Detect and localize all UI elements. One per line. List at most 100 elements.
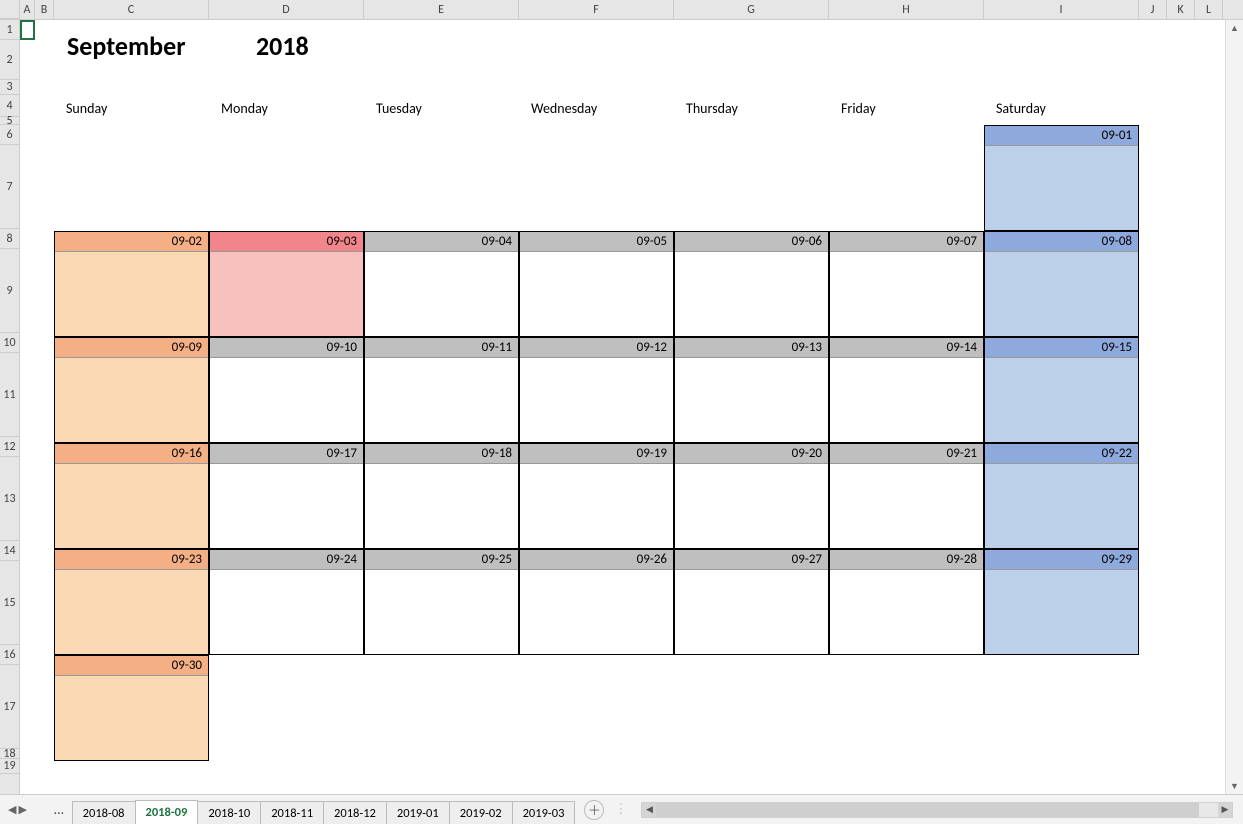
date-body[interactable] <box>830 358 983 442</box>
column-header-A[interactable]: A <box>20 0 35 19</box>
calendar-cell-09-12[interactable]: 09-12 <box>519 337 674 443</box>
row-header-5[interactable]: 5 <box>0 117 19 125</box>
calendar-cell-09-21[interactable]: 09-21 <box>829 443 984 549</box>
calendar-cell-09-28[interactable]: 09-28 <box>829 549 984 655</box>
calendar-cell-09-26[interactable]: 09-26 <box>519 549 674 655</box>
calendar-cell-09-22[interactable]: 09-22 <box>984 443 1139 549</box>
date-body[interactable] <box>55 676 208 760</box>
row-header-6[interactable]: 6 <box>0 125 19 145</box>
calendar-cell-09-18[interactable]: 09-18 <box>364 443 519 549</box>
row-header-16[interactable]: 16 <box>0 645 19 665</box>
calendar-cell-09-16[interactable]: 09-16 <box>54 443 209 549</box>
calendar-cell-09-15[interactable]: 09-15 <box>984 337 1139 443</box>
column-header-F[interactable]: F <box>519 0 674 19</box>
date-body[interactable] <box>520 570 673 654</box>
column-header-J[interactable]: J <box>1139 0 1167 19</box>
row-header-8[interactable]: 8 <box>0 229 19 249</box>
calendar-cell-09-10[interactable]: 09-10 <box>209 337 364 443</box>
row-header-17[interactable]: 17 <box>0 665 19 749</box>
date-body[interactable] <box>365 570 518 654</box>
date-body[interactable] <box>365 358 518 442</box>
date-body[interactable] <box>210 464 363 548</box>
date-body[interactable] <box>830 252 983 336</box>
scroll-up-icon[interactable]: ▲ <box>1226 20 1243 36</box>
date-body[interactable] <box>675 464 828 548</box>
sheet-tab-2019-01[interactable]: 2019-01 <box>386 801 450 824</box>
calendar-cell-09-06[interactable]: 09-06 <box>674 231 829 337</box>
date-body[interactable] <box>520 464 673 548</box>
column-header-E[interactable]: E <box>364 0 519 19</box>
calendar-cell-09-03[interactable]: 09-03 <box>209 231 364 337</box>
horizontal-scrollbar[interactable]: ◀ ▶ <box>641 802 1233 818</box>
hscroll-right-icon[interactable]: ▶ <box>1218 803 1232 817</box>
date-body[interactable] <box>210 252 363 336</box>
row-header-11[interactable]: 11 <box>0 353 19 437</box>
calendar-cell-09-27[interactable]: 09-27 <box>674 549 829 655</box>
sheet-tab-2019-02[interactable]: 2019-02 <box>449 801 513 824</box>
row-header-13[interactable]: 13 <box>0 457 19 541</box>
calendar-cell-09-07[interactable]: 09-07 <box>829 231 984 337</box>
date-body[interactable] <box>210 358 363 442</box>
cell-grid[interactable]: September 2018 SundayMondayTuesdayWednes… <box>20 20 1243 794</box>
hscroll-left-icon[interactable]: ◀ <box>642 803 656 817</box>
date-body[interactable] <box>985 252 1138 336</box>
date-body[interactable] <box>55 358 208 442</box>
row-header-2[interactable]: 2 <box>0 40 19 80</box>
calendar-cell-09-13[interactable]: 09-13 <box>674 337 829 443</box>
calendar-cell-09-30[interactable]: 09-30 <box>54 655 209 761</box>
calendar-cell-09-14[interactable]: 09-14 <box>829 337 984 443</box>
column-header-B[interactable]: B <box>35 0 54 19</box>
column-header-C[interactable]: C <box>54 0 209 19</box>
row-header-10[interactable]: 10 <box>0 333 19 353</box>
row-header-18[interactable]: 18 <box>0 749 19 759</box>
date-body[interactable] <box>55 570 208 654</box>
tab-nav-arrows[interactable]: ◀ ▶ <box>0 803 46 816</box>
column-header-L[interactable]: L <box>1195 0 1223 19</box>
column-header-H[interactable]: H <box>829 0 984 19</box>
vertical-scrollbar[interactable]: ▲ ▼ <box>1225 20 1243 794</box>
date-body[interactable] <box>520 252 673 336</box>
sheet-tab-2018-10[interactable]: 2018-10 <box>197 801 261 824</box>
sheet-tab-2018-09[interactable]: 2018-09 <box>135 800 199 824</box>
calendar-cell-09-08[interactable]: 09-08 <box>984 231 1139 337</box>
column-header-G[interactable]: G <box>674 0 829 19</box>
row-header-9[interactable]: 9 <box>0 249 19 333</box>
tab-next-icon[interactable]: ▶ <box>18 803 26 816</box>
date-body[interactable] <box>55 252 208 336</box>
new-sheet-button[interactable]: ＋ <box>584 800 604 820</box>
calendar-cell-09-02[interactable]: 09-02 <box>54 231 209 337</box>
date-body[interactable] <box>520 358 673 442</box>
sheet-tab-2018-08[interactable]: 2018-08 <box>72 801 136 824</box>
calendar-cell-09-09[interactable]: 09-09 <box>54 337 209 443</box>
column-header-K[interactable]: K <box>1167 0 1195 19</box>
row-header-14[interactable]: 14 <box>0 541 19 561</box>
calendar-cell-09-23[interactable]: 09-23 <box>54 549 209 655</box>
row-header-3[interactable]: 3 <box>0 80 19 95</box>
date-body[interactable] <box>830 464 983 548</box>
date-body[interactable] <box>985 570 1138 654</box>
hscroll-thumb[interactable] <box>656 803 1198 817</box>
select-all-corner[interactable] <box>0 0 20 19</box>
row-header-19[interactable]: 19 <box>0 759 19 774</box>
calendar-cell-09-25[interactable]: 09-25 <box>364 549 519 655</box>
column-header-D[interactable]: D <box>209 0 364 19</box>
calendar-cell-09-24[interactable]: 09-24 <box>209 549 364 655</box>
date-body[interactable] <box>675 570 828 654</box>
sheet-tab-2018-12[interactable]: 2018-12 <box>323 801 387 824</box>
date-body[interactable] <box>985 358 1138 442</box>
calendar-cell-09-17[interactable]: 09-17 <box>209 443 364 549</box>
date-body[interactable] <box>55 464 208 548</box>
calendar-cell-09-05[interactable]: 09-05 <box>519 231 674 337</box>
date-body[interactable] <box>365 252 518 336</box>
calendar-cell-09-11[interactable]: 09-11 <box>364 337 519 443</box>
row-header-7[interactable]: 7 <box>0 145 19 229</box>
scroll-down-icon[interactable]: ▼ <box>1226 778 1243 794</box>
calendar-cell-09-29[interactable]: 09-29 <box>984 549 1139 655</box>
date-body[interactable] <box>210 570 363 654</box>
tab-overflow-icon[interactable]: … <box>46 801 72 818</box>
tab-prev-icon[interactable]: ◀ <box>8 803 16 816</box>
date-body[interactable] <box>365 464 518 548</box>
row-header-12[interactable]: 12 <box>0 437 19 457</box>
calendar-cell-09-01[interactable]: 09-01 <box>984 125 1139 231</box>
sheet-tab-2019-03[interactable]: 2019-03 <box>512 801 576 824</box>
